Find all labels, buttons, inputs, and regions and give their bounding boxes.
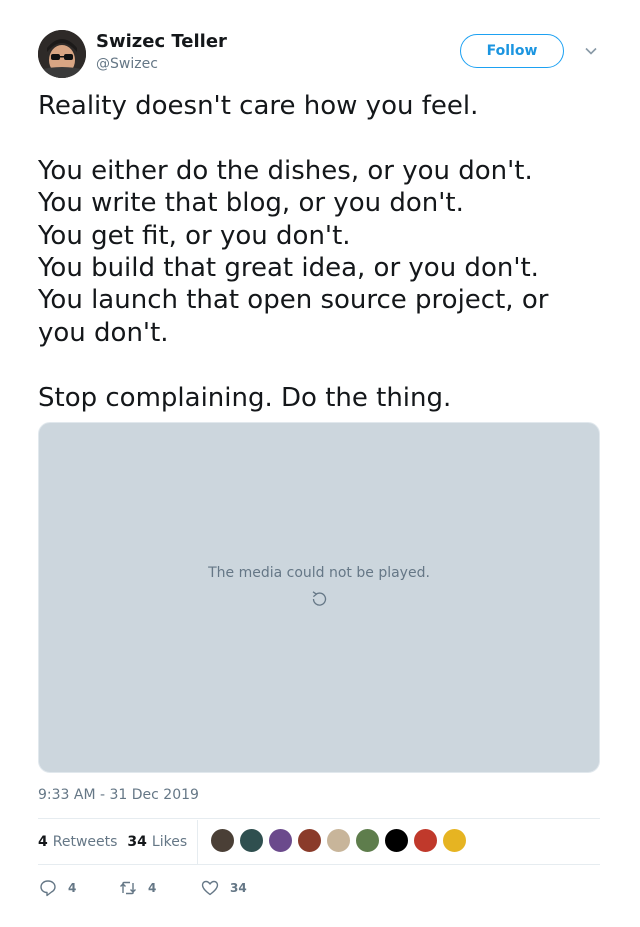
liker-avatar[interactable] xyxy=(210,828,235,853)
media-container[interactable]: The media could not be played. xyxy=(38,422,600,773)
liker-avatar[interactable] xyxy=(384,828,409,853)
avatar-image xyxy=(38,30,86,78)
liker-avatar[interactable] xyxy=(413,828,438,853)
media-error-text: The media could not be played. xyxy=(208,565,430,581)
divider xyxy=(38,864,600,865)
like-action[interactable]: 34 xyxy=(200,878,247,898)
liker-avatars xyxy=(210,828,471,856)
heart-icon xyxy=(201,880,219,896)
liker-avatar[interactable] xyxy=(355,828,380,853)
stats-separator xyxy=(197,820,198,864)
reply-count: 4 xyxy=(68,881,77,895)
avatar[interactable] xyxy=(38,30,86,78)
reply-action[interactable]: 4 xyxy=(38,878,118,898)
liker-avatar[interactable] xyxy=(268,828,293,853)
likes-stat[interactable]: 34 Likes xyxy=(127,834,187,850)
retweets-stat[interactable]: 4 Retweets xyxy=(38,834,117,850)
reply-icon xyxy=(40,880,56,897)
like-count: 34 xyxy=(230,881,247,895)
chevron-down-icon[interactable] xyxy=(584,44,598,58)
retweets-label: Retweets xyxy=(52,834,118,850)
display-name[interactable]: Swizec Teller xyxy=(96,31,227,52)
liker-avatar[interactable] xyxy=(326,828,351,853)
likes-count: 34 xyxy=(127,834,147,850)
retweets-count: 4 xyxy=(38,834,48,850)
tweet-stats: 4 Retweets 34 Likes xyxy=(38,830,197,854)
likes-label: Likes xyxy=(151,834,188,850)
retweet-action[interactable]: 4 xyxy=(118,878,200,898)
tweet-header: Swizec Teller @Swizec Follow xyxy=(38,28,602,80)
follow-button[interactable]: Follow xyxy=(460,34,564,68)
tweet-actions: 4 4 34 xyxy=(38,876,247,900)
divider xyxy=(38,818,600,819)
liker-avatar[interactable] xyxy=(442,828,467,853)
handle[interactable]: @Swizec xyxy=(96,56,158,72)
liker-avatar[interactable] xyxy=(297,828,322,853)
tweet-text: Reality doesn't care how you feel. You e… xyxy=(38,91,549,413)
retweet-count: 4 xyxy=(148,881,157,895)
retweet-icon xyxy=(120,881,136,895)
tweet-timestamp[interactable]: 9:33 AM - 31 Dec 2019 xyxy=(38,787,199,803)
replay-icon[interactable] xyxy=(309,589,329,609)
liker-avatar[interactable] xyxy=(239,828,264,853)
